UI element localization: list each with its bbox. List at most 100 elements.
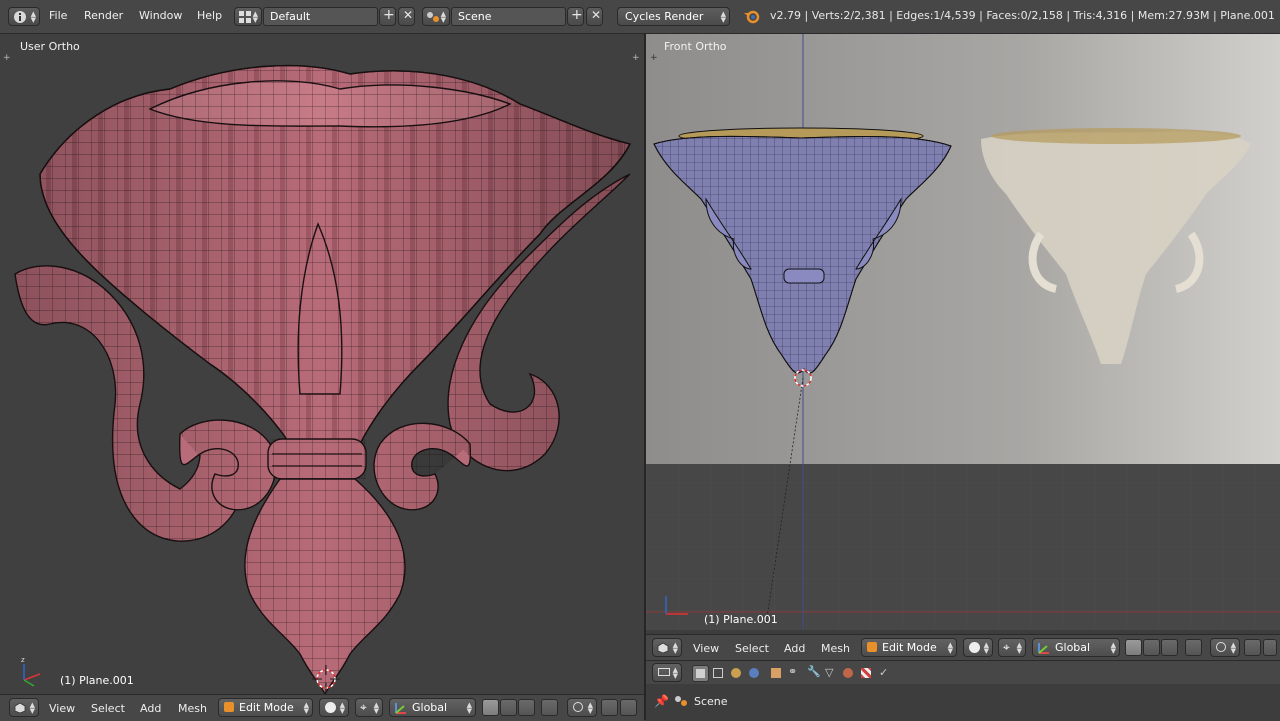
reference-photo-backdrop — [646, 34, 1280, 630]
pivot-icon: ⌖ — [1003, 640, 1010, 654]
plus-icon: + — [383, 7, 395, 23]
layout-add-button[interactable]: + — [379, 7, 396, 26]
toolshelf-toggle[interactable]: + — [650, 53, 658, 63]
menu-view[interactable]: View — [49, 702, 75, 715]
edit-mode-icon — [224, 702, 234, 712]
view-label: Front Ortho — [664, 40, 727, 53]
pin-icon[interactable]: 📌 — [654, 694, 669, 708]
render-icon — [696, 669, 705, 678]
menu-view[interactable]: View — [693, 642, 719, 655]
scene-add-button[interactable]: + — [567, 7, 584, 26]
proportional-edit-select[interactable]: ▲ ▼ — [567, 698, 597, 717]
modifier-icon: 🔧 — [807, 665, 821, 678]
transform-orientation-select[interactable]: Global ▲ ▼ — [389, 698, 476, 717]
menu-mesh[interactable]: Mesh — [178, 702, 207, 715]
menu-window[interactable]: Window — [139, 9, 182, 22]
viewport-front-ortho[interactable]: Front Ortho + (1) Plane.001 — [646, 34, 1280, 630]
pivot-point-select[interactable]: ⌖ ▲ ▼ — [998, 638, 1026, 657]
close-icon: ✕ — [591, 8, 602, 22]
pivot-point-select[interactable]: ⌖ ▲ ▼ — [355, 698, 383, 717]
menu-render[interactable]: Render — [84, 9, 123, 22]
menu-file[interactable]: File — [49, 9, 67, 22]
physics-tab[interactable]: ✓ — [876, 665, 893, 682]
sconce-mesh-left[interactable]: z — [0, 34, 644, 694]
menu-select[interactable]: Select — [91, 702, 125, 715]
view3d-header-left: ▲ ▼ View Select Add Mesh Edit Mode ▲ ▼ ▲ ▼ … — [0, 694, 644, 721]
blender-logo-icon — [744, 10, 760, 24]
properties-panel: 📌 Scene — [646, 684, 1280, 720]
menu-add[interactable]: Add — [140, 702, 161, 715]
object-tab[interactable] — [768, 665, 785, 682]
render-engine-select[interactable]: Cycles Render ▲ ▼ — [617, 7, 730, 26]
edit-mode-icon — [867, 642, 877, 652]
transform-orientation-select[interactable]: Global ▲ ▼ — [1032, 638, 1120, 657]
properties-header: ▲ ▼ ⚭ 🔧 ▽ ✓ — [646, 660, 1280, 685]
manipulator-icon — [395, 703, 406, 714]
snap-element-button[interactable] — [620, 699, 637, 716]
mode-label: Edit Mode — [882, 641, 937, 654]
viewport-user-ortho[interactable]: User Ortho + + z (1) Plane.001 — [0, 34, 644, 694]
layout-grid-icon — [239, 11, 251, 23]
solid-shading-icon — [969, 642, 980, 653]
modifier-tab[interactable]: 🔧 — [804, 665, 821, 682]
editor-type-button[interactable]: ▲ ▼ — [8, 7, 40, 26]
info-header: ▲ ▼ File Render Window Help ▲ ▼ Default + … — [0, 0, 1280, 34]
layout-delete-button[interactable]: ✕ — [398, 7, 415, 26]
editor-type-button[interactable]: ▲ ▼ — [9, 698, 39, 717]
properties-icon — [658, 668, 670, 676]
menu-mesh[interactable]: Mesh — [821, 642, 850, 655]
viewport-shading-select[interactable]: ▲ ▼ — [963, 638, 993, 657]
limit-selection-button[interactable] — [1185, 639, 1202, 656]
render-tab[interactable] — [692, 665, 709, 682]
texture-tab[interactable] — [858, 665, 875, 682]
world-tab[interactable] — [746, 665, 763, 682]
world-icon — [749, 668, 759, 678]
pivot-icon: ⌖ — [360, 700, 367, 714]
edge-select-button[interactable] — [500, 699, 517, 716]
snap-toggle-button[interactable] — [1244, 639, 1261, 656]
material-tab[interactable] — [840, 665, 857, 682]
context-scene-label[interactable]: Scene — [694, 695, 728, 708]
menu-add[interactable]: Add — [784, 642, 805, 655]
close-icon: ✕ — [403, 8, 414, 22]
render-engine-label: Cycles Render — [625, 10, 704, 23]
face-select-button[interactable] — [1161, 639, 1178, 656]
layout-name-field[interactable]: Default — [263, 7, 378, 26]
face-select-button[interactable] — [518, 699, 535, 716]
scene-browse-button[interactable]: ▲ ▼ — [422, 7, 450, 26]
scene-name-field[interactable]: Scene — [451, 7, 566, 26]
active-object-label: (1) Plane.001 — [704, 613, 778, 626]
plus-icon: + — [571, 7, 583, 23]
solid-shading-icon — [325, 702, 336, 713]
cube-view-icon — [657, 642, 669, 654]
snap-element-button[interactable] — [1263, 639, 1277, 656]
vertex-select-button[interactable] — [482, 699, 499, 716]
scene-delete-button[interactable]: ✕ — [586, 7, 603, 26]
orientation-label: Global — [412, 701, 448, 714]
mode-select[interactable]: Edit Mode ▲ ▼ — [861, 638, 957, 657]
layers-tab[interactable] — [710, 665, 727, 682]
editor-type-button[interactable]: ▲ ▼ — [652, 663, 682, 682]
viewport-shading-select[interactable]: ▲ ▼ — [319, 698, 349, 717]
edge-select-button[interactable] — [1143, 639, 1160, 656]
menu-select[interactable]: Select — [735, 642, 769, 655]
scene-icon — [427, 12, 439, 22]
constraint-tab[interactable]: ⚭ — [786, 665, 803, 682]
info-icon — [14, 11, 26, 23]
data-tab[interactable]: ▽ — [822, 665, 839, 682]
cube-view-icon — [14, 702, 26, 714]
vertex-select-button[interactable] — [1125, 639, 1142, 656]
proportional-icon — [573, 702, 583, 712]
proportional-edit-select[interactable]: ▲ ▼ — [1210, 638, 1240, 657]
layers-icon — [713, 668, 723, 678]
constraint-icon: ⚭ — [788, 665, 798, 678]
mode-select[interactable]: Edit Mode ▲ ▼ — [218, 698, 313, 717]
editor-type-button[interactable]: ▲ ▼ — [652, 638, 682, 657]
layout-browse-button[interactable]: ▲ ▼ — [234, 7, 262, 26]
snap-toggle-button[interactable] — [601, 699, 618, 716]
limit-selection-button[interactable] — [541, 699, 558, 716]
scene-stats: v2.79 | Verts:2/2,381 | Edges:1/4,539 | … — [770, 9, 1275, 22]
active-object-label: (1) Plane.001 — [60, 674, 134, 687]
menu-help[interactable]: Help — [197, 9, 222, 22]
scene-tab[interactable] — [728, 665, 745, 682]
